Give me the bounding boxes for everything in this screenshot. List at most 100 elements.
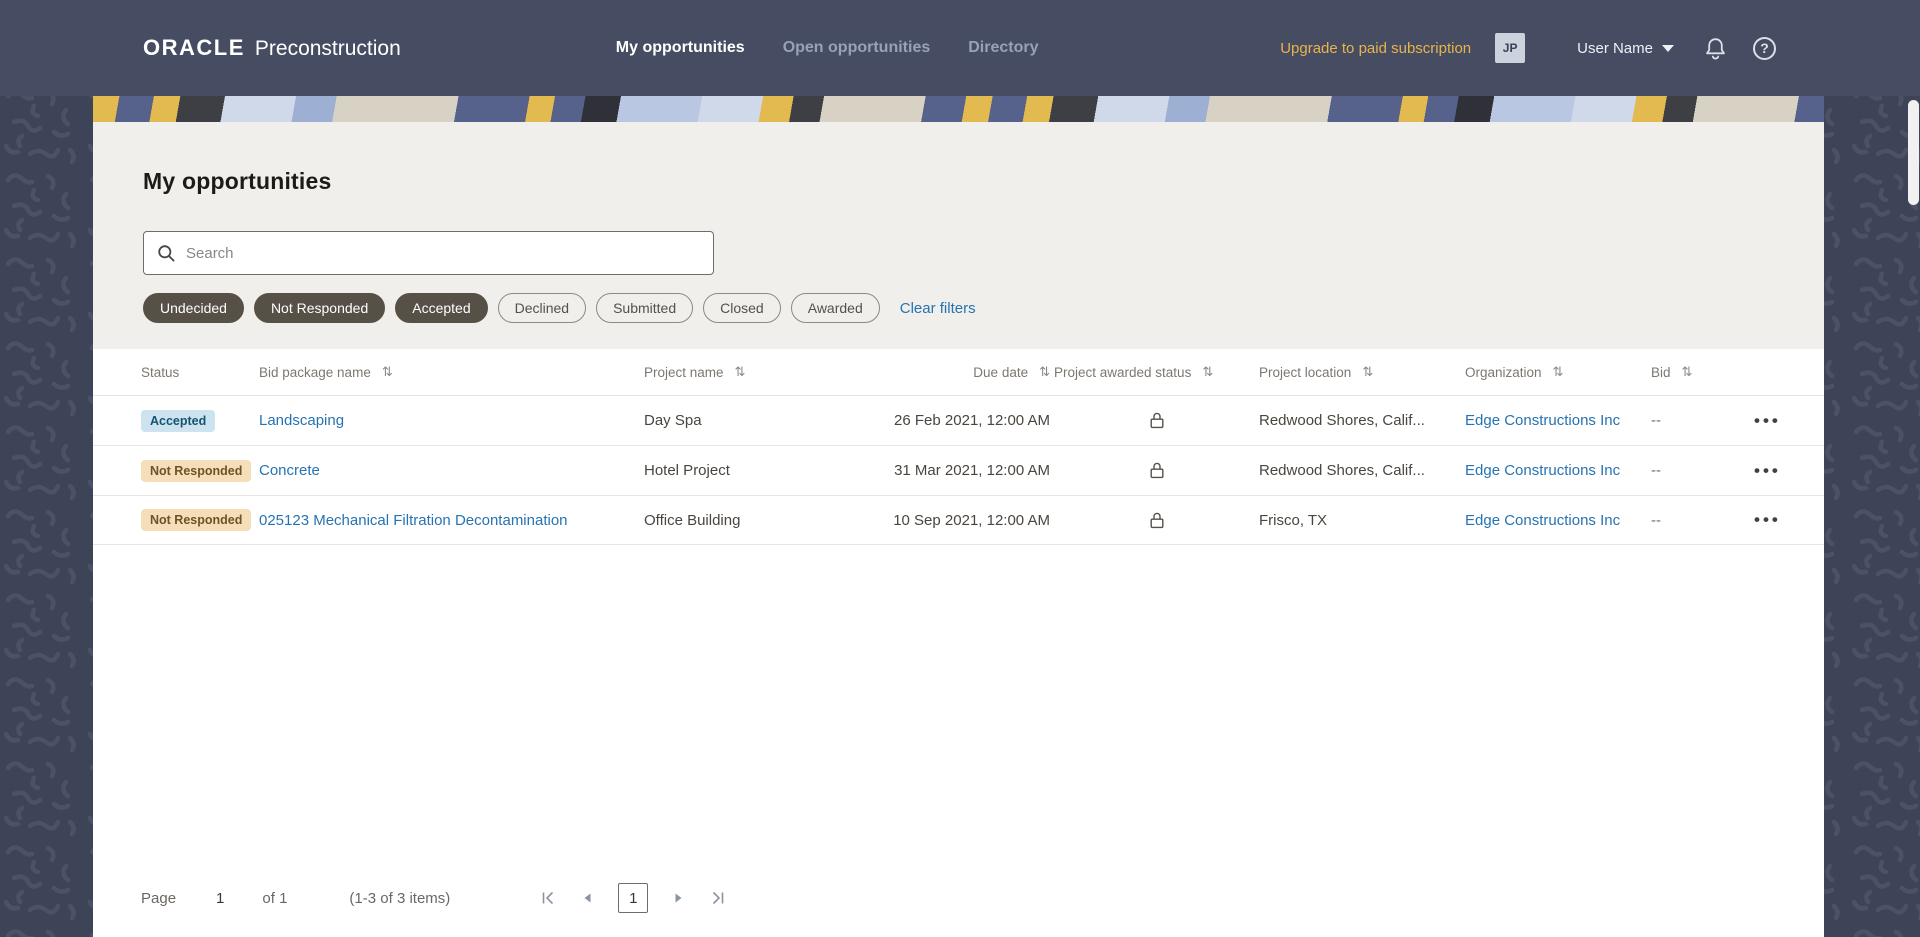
filter-chip-declined[interactable]: Declined	[497, 293, 587, 323]
oracle-wordmark: ORACLE	[143, 35, 245, 60]
scrollbar-thumb[interactable]	[1908, 100, 1919, 205]
opportunities-table: Status Bid package name ⇅ Project name ⇅…	[93, 349, 1824, 859]
first-page-icon	[542, 891, 554, 905]
sort-icon[interactable]: ⇅	[1202, 365, 1213, 380]
project-name-cell: Hotel Project	[644, 462, 730, 479]
user-name-label: User Name	[1577, 39, 1653, 57]
due-date-cell: 10 Sep 2021, 12:00 AM	[893, 511, 1050, 529]
organization-link[interactable]: Edge Constructions Inc	[1465, 412, 1651, 429]
due-date-cell: 26 Feb 2021, 12:00 AM	[894, 412, 1050, 429]
question-mark-icon: ?	[1760, 40, 1769, 56]
product-name: Preconstruction	[254, 37, 401, 60]
page-count-label: of 1	[262, 889, 288, 907]
status-badge: Not Responded	[141, 459, 252, 482]
avatar[interactable]: JP	[1495, 33, 1526, 63]
bid-cell: --	[1651, 412, 1661, 429]
last-page-button[interactable]	[710, 890, 726, 906]
bid-cell: --	[1651, 511, 1661, 529]
page-title: My opportunities	[143, 168, 332, 194]
organization-link[interactable]: Edge Constructions Inc	[1465, 512, 1651, 529]
next-page-button[interactable]	[673, 891, 685, 905]
search-input[interactable]	[186, 244, 700, 262]
sort-icon[interactable]: ⇅	[1682, 365, 1693, 380]
sort-icon[interactable]: ⇅	[1362, 365, 1373, 380]
pagination-bar: Page 1 of 1 (1-3 of 3 items) 1	[93, 859, 1824, 937]
chevron-down-icon	[1662, 44, 1674, 52]
status-filter-chips: Undecided Not Responded Accepted Decline…	[143, 293, 1824, 323]
notifications-button[interactable]	[1704, 36, 1727, 61]
search-icon	[158, 245, 175, 262]
user-menu[interactable]: User Name	[1577, 40, 1674, 57]
sort-icon[interactable]: ⇅	[735, 365, 746, 380]
column-header-due-date: Due date ⇅	[889, 365, 1054, 380]
project-location-cell: Redwood Shores, Calif...	[1259, 462, 1425, 479]
bid-package-link[interactable]: 025123 Mechanical Filtration Decontamina…	[259, 512, 644, 529]
search-box	[143, 231, 714, 275]
filter-chip-not-responded[interactable]: Not Responded	[253, 293, 386, 323]
column-header-bid-package-name: Bid package name ⇅	[259, 365, 644, 380]
filter-chip-closed[interactable]: Closed	[703, 293, 781, 323]
items-range-label: (1-3 of 3 items)	[349, 889, 451, 907]
due-date-cell: 31 Mar 2021, 12:00 AM	[894, 462, 1050, 479]
first-page-button[interactable]	[540, 890, 556, 906]
pagination-controls: 1	[540, 883, 726, 913]
row-actions-button[interactable]: •••	[1754, 461, 1781, 480]
decorative-banner-stripe	[93, 96, 1824, 122]
bell-icon	[1706, 37, 1725, 59]
page-label: Page	[141, 889, 177, 907]
brand-logo: ORACLE Preconstruction	[143, 35, 401, 61]
bid-package-link[interactable]: Concrete	[259, 462, 644, 479]
column-header-status: Status	[141, 365, 259, 380]
project-location-cell: Frisco, TX	[1259, 511, 1328, 529]
table-row: Accepted Landscaping Day Spa 26 Feb 2021…	[93, 395, 1824, 445]
filter-chip-accepted[interactable]: Accepted	[395, 293, 488, 323]
nav-my-opportunities[interactable]: My opportunities	[616, 39, 745, 57]
upgrade-subscription-link[interactable]: Upgrade to paid subscription	[1280, 40, 1471, 57]
column-label: Project name	[644, 364, 724, 380]
project-awarded-status-cell	[1054, 511, 1259, 530]
content-card: My opportunities Undecided Not Responded…	[93, 96, 1824, 937]
main-nav: My opportunities Open opportunities Dire…	[616, 39, 1039, 57]
sort-icon[interactable]: ⇅	[382, 365, 393, 380]
clear-filters-link[interactable]: Clear filters	[900, 300, 976, 317]
nav-open-opportunities[interactable]: Open opportunities	[783, 39, 931, 57]
filter-chip-awarded[interactable]: Awarded	[790, 293, 880, 323]
page-number-box[interactable]: 1	[618, 883, 649, 913]
last-page-icon	[713, 891, 724, 905]
filter-chip-submitted[interactable]: Submitted	[596, 293, 694, 323]
bid-package-link[interactable]: Landscaping	[259, 412, 644, 429]
filter-chip-undecided[interactable]: Undecided	[143, 293, 244, 323]
app-header: ORACLE Preconstruction My opportunities …	[0, 0, 1920, 96]
column-header-project-name: Project name ⇅	[644, 365, 889, 380]
column-header-project-awarded-status: Project awarded status ⇅	[1054, 365, 1259, 380]
column-header-project-location: Project location ⇅	[1259, 365, 1465, 380]
sort-icon[interactable]: ⇅	[1553, 365, 1564, 380]
status-badge: Accepted	[141, 409, 216, 432]
table-row: Not Responded 025123 Mechanical Filtrati…	[93, 495, 1824, 545]
column-label: Project awarded status	[1054, 364, 1192, 380]
row-actions-button[interactable]: •••	[1754, 510, 1781, 529]
project-awarded-status-cell	[1054, 411, 1259, 430]
row-actions-button[interactable]: •••	[1754, 411, 1781, 430]
column-label: Project location	[1259, 364, 1352, 380]
project-location-cell: Redwood Shores, Calif...	[1259, 412, 1425, 429]
organization-link[interactable]: Edge Constructions Inc	[1465, 462, 1651, 479]
column-label: Organization	[1465, 364, 1542, 380]
previous-page-button[interactable]	[581, 891, 593, 905]
table-row: Not Responded Concrete Hotel Project 31 …	[93, 445, 1824, 495]
column-header-bid: Bid ⇅	[1651, 365, 1754, 380]
column-label: Status	[141, 364, 180, 380]
header-actions: Upgrade to paid subscription JP User Nam…	[1280, 33, 1776, 63]
sort-icon[interactable]: ⇅	[1039, 365, 1050, 380]
bid-cell: --	[1651, 462, 1661, 479]
lock-icon	[1150, 462, 1164, 479]
lock-icon	[1150, 512, 1164, 528]
project-name-cell: Day Spa	[644, 412, 702, 429]
column-label: Due date	[973, 364, 1029, 380]
page-header-section: My opportunities Undecided Not Responded…	[93, 122, 1824, 349]
column-label: Bid	[1651, 364, 1671, 380]
project-name-cell: Office Building	[644, 511, 741, 529]
nav-directory[interactable]: Directory	[968, 39, 1038, 57]
help-button[interactable]: ?	[1753, 36, 1776, 60]
lock-icon	[1150, 412, 1164, 429]
